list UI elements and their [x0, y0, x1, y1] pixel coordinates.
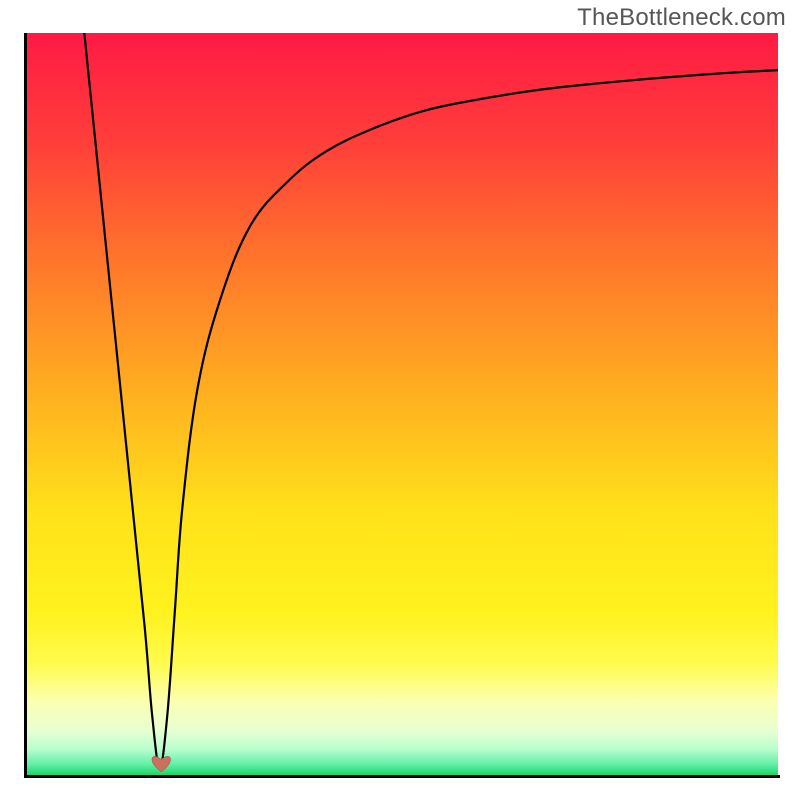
minimum-marker [152, 756, 171, 771]
x-axis [24, 775, 780, 778]
chart-container: TheBottleneck.com [0, 0, 800, 800]
watermark-text: TheBottleneck.com [577, 4, 786, 32]
heart-icon [152, 756, 171, 771]
curve-layer [24, 33, 778, 775]
y-axis [24, 33, 27, 778]
bottleneck-curve [84, 33, 778, 768]
